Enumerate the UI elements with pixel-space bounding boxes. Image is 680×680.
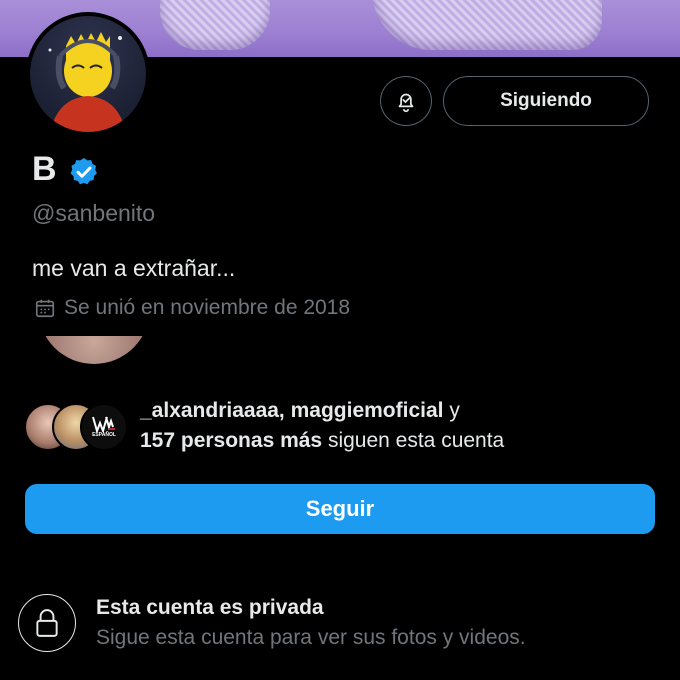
highlight-image (38, 336, 150, 364)
private-account-subtitle: Sigue esta cuenta para ver sus fotos y v… (96, 626, 526, 649)
follower-avatar-wwe: ESPAÑOL (80, 403, 128, 451)
profile-name: B (32, 150, 57, 188)
follow-button[interactable]: Seguir (25, 484, 655, 534)
calendar-icon (35, 299, 55, 318)
avatar-image (30, 16, 146, 132)
wwe-logo-icon (92, 416, 115, 432)
lock-icon (36, 609, 58, 637)
avatar-cartoon (48, 32, 126, 132)
profile-avatar[interactable] (26, 12, 150, 136)
private-account-title: Esta cuenta es privada (96, 596, 324, 619)
verified-badge-icon (70, 158, 97, 185)
join-date: Se unió en noviembre de 2018 (34, 296, 350, 320)
followers-you-know[interactable]: _alxandriaaaa, maggiemoficial y 157 pers… (140, 396, 504, 456)
followers-suffix: siguen esta cuenta (322, 429, 505, 452)
private-lock (18, 594, 76, 652)
join-date-text: Se unió en noviembre de 2018 (64, 296, 351, 319)
notification-bell-icon (398, 93, 414, 113)
profile-handle: @sanbenito (32, 200, 156, 226)
followers-you-know-avatars[interactable]: ESPAÑOL (24, 403, 128, 451)
wwe-label: ESPAÑOL (92, 432, 116, 438)
followers-connector: y (443, 399, 460, 422)
banner-shoe-left (160, 0, 270, 50)
mutual-followers-count: 157 personas más (140, 429, 323, 452)
notifications-button[interactable] (380, 76, 432, 126)
highlight-avatar[interactable] (38, 336, 150, 366)
following-button[interactable]: Siguiendo (443, 76, 649, 126)
banner-shoe-right (372, 0, 602, 50)
profile-bio: me van a extrañar... (32, 255, 236, 281)
mutual-follower-names: _alxandriaaaa, maggiemoficial (140, 399, 444, 422)
